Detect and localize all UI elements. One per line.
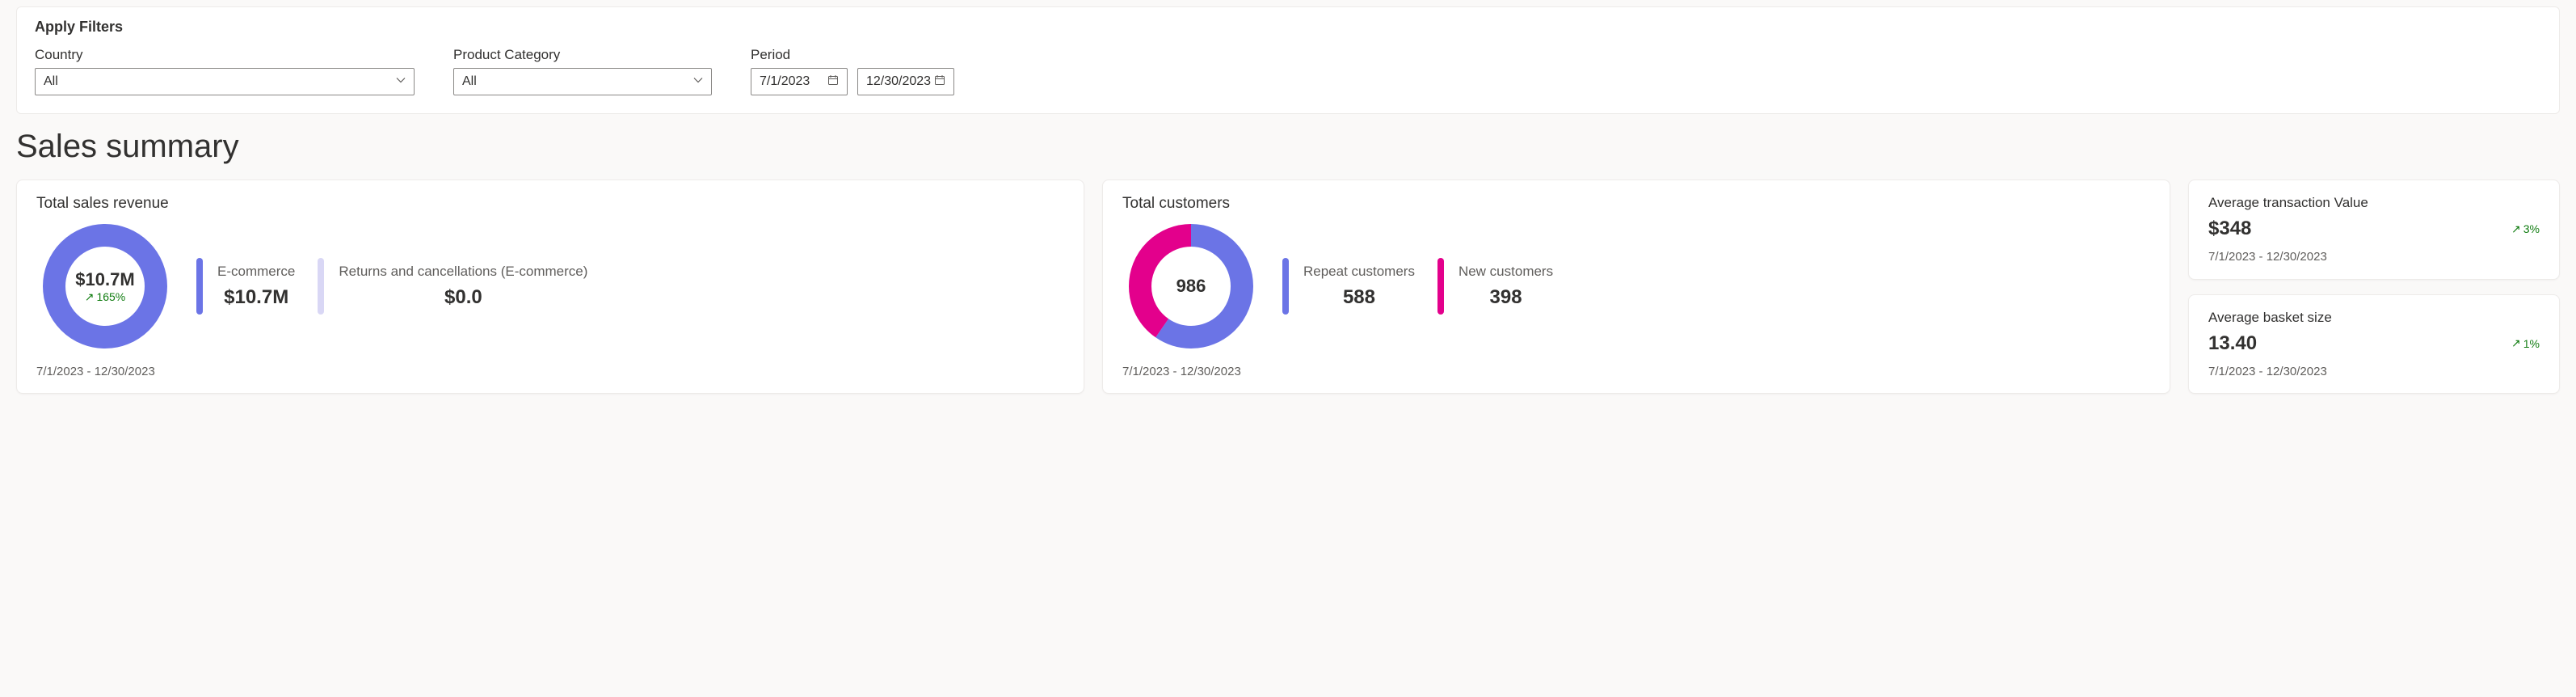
avg-txn-value: $348 bbox=[2208, 218, 2251, 240]
period-from-input[interactable]: 7/1/2023 bbox=[751, 68, 848, 95]
legend-bar-icon bbox=[1437, 258, 1444, 315]
filter-country-select[interactable]: All bbox=[35, 68, 415, 95]
period-from-value: 7/1/2023 bbox=[760, 74, 810, 89]
legend-bar-icon bbox=[196, 258, 203, 315]
filter-country-value: All bbox=[44, 74, 58, 89]
card-date-range: 7/1/2023 - 12/30/2023 bbox=[36, 365, 1064, 378]
avg-basket-trend-value: 1% bbox=[2523, 337, 2540, 350]
legend-bar-icon bbox=[1282, 258, 1289, 315]
metric-value: $10.7M bbox=[217, 286, 295, 309]
card-title: Average basket size bbox=[2208, 310, 2540, 326]
card-avg-transaction-value: Average transaction Value $348 ↗ 3% 7/1/… bbox=[2188, 180, 2560, 280]
avg-txn-trend: ↗ 3% bbox=[2511, 222, 2540, 236]
period-to-value: 12/30/2023 bbox=[866, 74, 931, 89]
metric-label: New customers bbox=[1458, 264, 1553, 280]
filter-period-label: Period bbox=[751, 47, 954, 63]
chevron-down-icon bbox=[693, 74, 703, 89]
filter-category-select[interactable]: All bbox=[453, 68, 712, 95]
card-total-customers: Total customers 986 Repeat customers 588 bbox=[1102, 180, 2170, 394]
customers-donut-chart: 986 bbox=[1122, 218, 1260, 355]
revenue-donut-chart: $10.7M ↗ 165% bbox=[36, 218, 174, 355]
avg-basket-trend: ↗ 1% bbox=[2511, 336, 2540, 350]
filters-panel: Apply Filters Country All Product Catego… bbox=[16, 6, 2560, 114]
card-date-range: 7/1/2023 - 12/30/2023 bbox=[2208, 250, 2540, 264]
metric-repeat-customers: Repeat customers 588 bbox=[1282, 258, 1415, 315]
small-cards-column: Average transaction Value $348 ↗ 3% 7/1/… bbox=[2188, 180, 2560, 394]
trend-up-icon: ↗ bbox=[2511, 336, 2521, 350]
filters-row: Country All Product Category All Period bbox=[35, 47, 2541, 95]
avg-basket-value: 13.40 bbox=[2208, 332, 2257, 355]
card-body: $10.7M ↗ 165% E-commerce $10.7M Returns bbox=[36, 218, 1064, 355]
trend-up-icon: ↗ bbox=[85, 290, 95, 304]
metric-value: 398 bbox=[1458, 286, 1553, 309]
filter-category-label: Product Category bbox=[453, 47, 712, 63]
section-title: Sales summary bbox=[16, 129, 2560, 165]
calendar-icon bbox=[934, 74, 945, 90]
filter-country-group: Country All bbox=[35, 47, 415, 95]
metric-label: E-commerce bbox=[217, 264, 295, 280]
metric-value: 588 bbox=[1303, 286, 1415, 309]
filter-period-group: Period 7/1/2023 12/30/2023 bbox=[751, 47, 954, 95]
trend-up-icon: ↗ bbox=[2511, 222, 2521, 236]
card-title: Total sales revenue bbox=[36, 195, 1064, 213]
avg-txn-trend-value: 3% bbox=[2523, 222, 2540, 235]
card-total-sales-revenue: Total sales revenue $10.7M ↗ 165% E-comm… bbox=[16, 180, 1084, 394]
card-body: 986 Repeat customers 588 New customers 3… bbox=[1122, 218, 2150, 355]
revenue-trend: ↗ 165% bbox=[85, 290, 126, 304]
calendar-icon bbox=[827, 74, 839, 90]
chevron-down-icon bbox=[396, 74, 406, 89]
card-date-range: 7/1/2023 - 12/30/2023 bbox=[2208, 365, 2540, 378]
legend-bar-icon bbox=[318, 258, 324, 315]
metric-label: Returns and cancellations (E-commerce) bbox=[339, 264, 587, 280]
filter-country-label: Country bbox=[35, 47, 415, 63]
filter-category-value: All bbox=[462, 74, 477, 89]
filter-category-group: Product Category All bbox=[453, 47, 712, 95]
filters-title: Apply Filters bbox=[35, 19, 2541, 36]
card-date-range: 7/1/2023 - 12/30/2023 bbox=[1122, 365, 2150, 378]
summary-cards-row: Total sales revenue $10.7M ↗ 165% E-comm… bbox=[16, 180, 2560, 394]
period-to-input[interactable]: 12/30/2023 bbox=[857, 68, 954, 95]
revenue-trend-value: 165% bbox=[96, 290, 125, 303]
filter-period-inputs: 7/1/2023 12/30/2023 bbox=[751, 68, 954, 95]
card-avg-basket-size: Average basket size 13.40 ↗ 1% 7/1/2023 … bbox=[2188, 294, 2560, 395]
card-title: Total customers bbox=[1122, 195, 2150, 213]
metric-label: Repeat customers bbox=[1303, 264, 1415, 280]
metric-returns: Returns and cancellations (E-commerce) $… bbox=[318, 258, 587, 315]
card-title: Average transaction Value bbox=[2208, 195, 2540, 211]
customers-total-value: 986 bbox=[1176, 276, 1206, 297]
metric-ecommerce: E-commerce $10.7M bbox=[196, 258, 295, 315]
revenue-total-value: $10.7M bbox=[75, 269, 134, 290]
metric-new-customers: New customers 398 bbox=[1437, 258, 1553, 315]
metric-value: $0.0 bbox=[339, 286, 587, 309]
